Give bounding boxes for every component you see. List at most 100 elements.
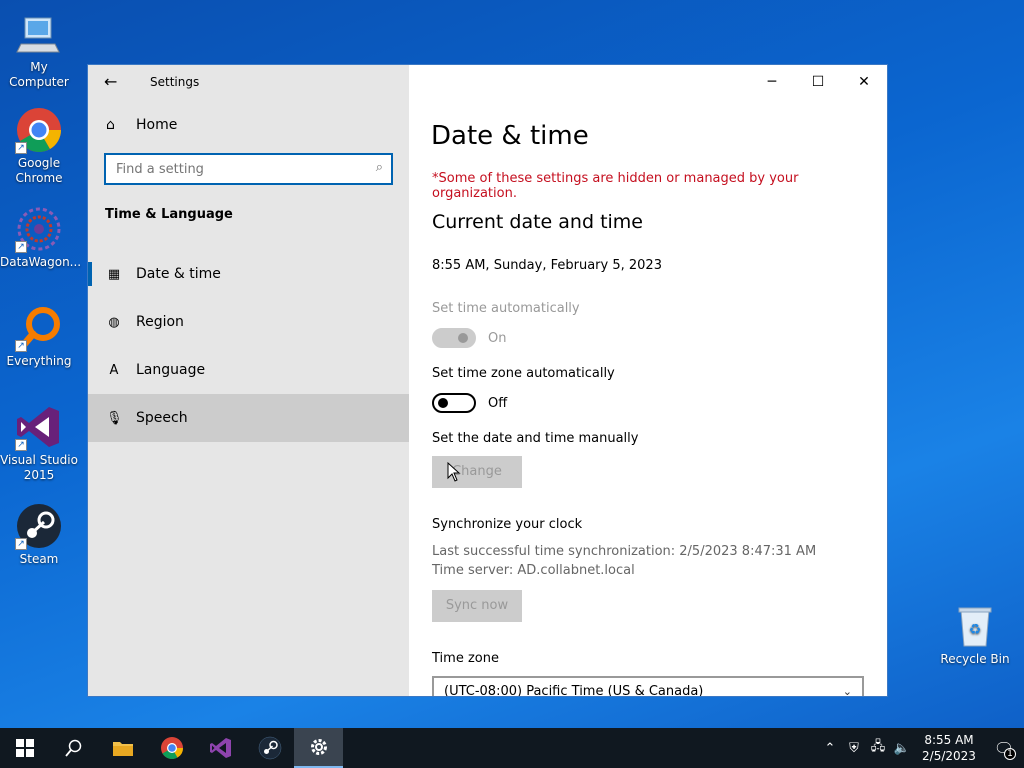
set-time-auto-toggle[interactable] [432, 328, 476, 348]
taskbar-steam[interactable] [245, 728, 294, 768]
app-title: Settings [150, 75, 200, 89]
shortcut-arrow-icon: ↗ [15, 241, 27, 253]
desktop-icon-label: DataWagon... [0, 255, 82, 269]
visual-studio-icon: ↗ [15, 403, 63, 451]
set-tz-auto-label: Set time zone automatically [432, 366, 615, 381]
security-icon[interactable]: ⛨ [842, 741, 866, 756]
taskbar-file-explorer[interactable] [98, 728, 147, 768]
nav-home-label: Home [136, 117, 178, 133]
chrome-icon: ↗ [15, 106, 63, 154]
toggle-knob [438, 398, 448, 408]
timezone-value: (UTC-08:00) Pacific Time (US & Canada) [444, 684, 704, 697]
desktop-icon-label: Google Chrome [15, 156, 63, 185]
clock-date: 2/5/2023 [922, 749, 976, 763]
back-arrow-icon[interactable]: ← [104, 72, 124, 92]
taskbar: ⌃ ⛨ 🖧 🔈 8:55 AM 2/5/2023 🗨 1 [0, 728, 1024, 768]
desktop-icon-label: Steam [19, 552, 59, 566]
taskbar-search-button[interactable] [49, 728, 98, 768]
language-icon: A [109, 362, 119, 378]
taskbar-settings[interactable] [294, 728, 343, 768]
maximize-icon[interactable]: ☐ [795, 65, 841, 99]
search-icon [64, 739, 81, 757]
desktop-icon-datawagon[interactable]: ↗ DataWagon... [0, 205, 82, 270]
computer-icon [15, 10, 63, 58]
set-tz-auto-toggle[interactable] [432, 393, 476, 413]
clock-time: 8:55 AM [924, 733, 974, 747]
desktop-icon-label: Visual Studio 2015 [0, 453, 78, 482]
settings-nav-pane: ← Settings ⌂ Home ⌕ Time & Language ▦ Da… [88, 65, 409, 696]
nav-item-label: Region [136, 314, 184, 330]
desktop-icon-visual-studio[interactable]: ↗ Visual Studio 2015 [0, 403, 78, 483]
nav-section-title: Time & Language [105, 207, 233, 222]
settings-content: ─ ☐ ✕ Date & time *Some of these setting… [409, 65, 887, 696]
close-icon[interactable]: ✕ [841, 65, 887, 99]
change-button[interactable]: Change [432, 456, 522, 488]
calendar-clock-icon: ▦ [107, 266, 121, 282]
timezone-select[interactable]: (UTC-08:00) Pacific Time (US & Canada) ⌄ [432, 676, 864, 697]
nav-item-speech[interactable]: 🎙 Speech [88, 394, 409, 442]
window-controls: ─ ☐ ✕ [749, 65, 887, 99]
toggle-knob [458, 333, 468, 343]
search-input[interactable] [116, 161, 356, 177]
volume-icon[interactable]: 🔈 [890, 741, 914, 756]
taskbar-chrome[interactable] [147, 728, 196, 768]
nav-item-label: Language [136, 362, 206, 378]
nav-list: ▦ Date & time ◍ Region A Language 🎙 Spee… [88, 250, 409, 442]
chevron-up-icon[interactable]: ⌃ [818, 741, 842, 756]
managed-warning: *Some of these settings are hidden or ma… [432, 171, 799, 201]
current-datetime: 8:55 AM, Sunday, February 5, 2023 [432, 258, 662, 273]
desktop-icon-steam[interactable]: ↗ Steam [0, 502, 78, 567]
start-button[interactable] [0, 728, 49, 768]
page-title: Date & time [431, 121, 589, 151]
taskbar-clock[interactable]: 8:55 AM 2/5/2023 [914, 732, 984, 764]
datawagon-icon: ↗ [15, 205, 63, 253]
chrome-icon [160, 737, 183, 759]
nav-item-label: Speech [136, 410, 188, 426]
nav-item-date-time[interactable]: ▦ Date & time [88, 250, 409, 298]
desktop-icon-my-computer[interactable]: My Computer [0, 10, 78, 90]
nav-item-label: Date & time [136, 266, 221, 282]
manual-datetime-label: Set the date and time manually [432, 431, 639, 446]
action-center-button[interactable]: 🗨 1 [984, 739, 1024, 760]
steam-icon: ↗ [15, 502, 63, 550]
windows-logo-icon [15, 739, 34, 757]
desktop-icon-label: Recycle Bin [940, 652, 1010, 666]
sync-now-button[interactable]: Sync now [432, 590, 522, 622]
system-tray: ⌃ ⛨ 🖧 🔈 8:55 AM 2/5/2023 🗨 1 [818, 728, 1024, 768]
search-box: ⌕ [104, 153, 393, 185]
network-icon[interactable]: 🖧 [866, 737, 890, 759]
desktop-icon-google-chrome[interactable]: ↗ Google Chrome [0, 106, 78, 186]
steam-icon [258, 736, 281, 760]
section-current-date-time: Current date and time [432, 211, 643, 233]
minimize-icon[interactable]: ─ [749, 65, 795, 99]
nav-item-region[interactable]: ◍ Region [88, 298, 409, 346]
set-tz-auto-state: Off [488, 396, 508, 411]
search-icon[interactable]: ⌕ [376, 160, 383, 175]
shortcut-arrow-icon: ↗ [15, 538, 27, 550]
set-time-auto-label: Set time automatically [432, 301, 580, 316]
chevron-down-icon: ⌄ [842, 685, 852, 697]
timezone-label: Time zone [432, 651, 499, 666]
desktop-icon-everything[interactable]: ↗ Everything [0, 304, 78, 369]
home-icon: ⌂ [106, 117, 115, 133]
sync-last-time: Last successful time synchronization: 2/… [432, 544, 817, 559]
microphone-icon: 🎙 [106, 410, 123, 426]
nav-item-language[interactable]: A Language [88, 346, 409, 394]
shortcut-arrow-icon: ↗ [15, 439, 27, 451]
nav-home[interactable]: ⌂ Home [88, 105, 409, 145]
set-time-auto-state: On [488, 331, 507, 346]
settings-window: ← Settings ⌂ Home ⌕ Time & Language ▦ Da… [87, 64, 888, 697]
sync-time-server: Time server: AD.collabnet.local [432, 563, 635, 578]
desktop-icon-label: My Computer [9, 60, 69, 89]
desktop-icon-label: Everything [6, 354, 72, 368]
visual-studio-icon [209, 738, 231, 758]
shortcut-arrow-icon: ↗ [15, 142, 27, 154]
notification-count: 1 [1004, 747, 1016, 760]
mouse-cursor-icon [447, 462, 461, 482]
svg-text:♻: ♻ [969, 622, 982, 638]
desktop-icon-recycle-bin[interactable]: ♻ Recycle Bin [936, 602, 1014, 667]
everything-search-icon: ↗ [15, 304, 63, 352]
gear-icon [310, 739, 327, 755]
taskbar-visual-studio[interactable] [196, 728, 245, 768]
shortcut-arrow-icon: ↗ [15, 340, 27, 352]
